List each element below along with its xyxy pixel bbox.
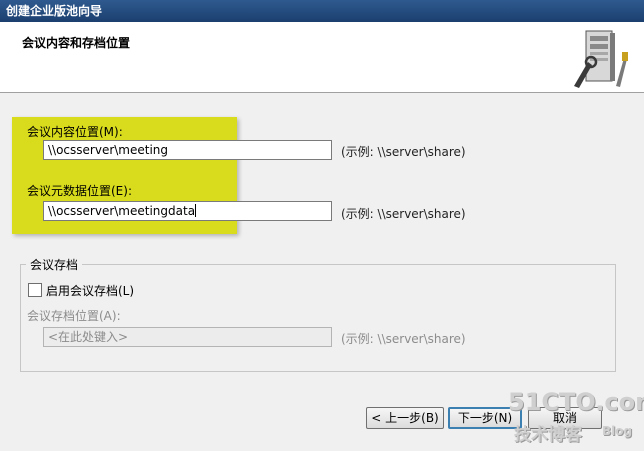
archive-group-title: 会议存档 xyxy=(26,256,83,273)
metadata-location-example: (示例: \\server\share) xyxy=(341,207,466,221)
watermark-site: 51CTO.com xyxy=(508,388,644,416)
enable-archive-label[interactable]: 启用会议存档(L) xyxy=(46,282,134,299)
archive-location-label: 会议存档位置(A): xyxy=(27,309,121,323)
page-title: 会议内容和存档位置 xyxy=(22,36,131,50)
watermark-blog: Blog xyxy=(602,424,633,438)
window-title: 创建企业版池向导 xyxy=(0,0,644,22)
content-location-input[interactable]: \\ocsserver\meeting xyxy=(43,140,332,160)
archive-location-input[interactable]: <在此处键入> xyxy=(43,327,332,347)
enable-archive-checkbox[interactable] xyxy=(28,283,42,297)
metadata-location-value: \\ocsserver\meetingdata xyxy=(48,204,196,218)
back-button[interactable]: < 上一步(B) xyxy=(366,407,444,429)
archive-location-example: (示例: \\server\share) xyxy=(341,332,466,346)
watermark-tagline: 技术博客 xyxy=(514,425,582,445)
content-location-example: (示例: \\server\share) xyxy=(341,145,466,159)
server-tools-icon xyxy=(574,30,628,88)
content-location-label: 会议内容位置(M): xyxy=(27,125,123,139)
metadata-location-input[interactable]: \\ocsserver\meetingdata xyxy=(43,201,332,221)
site-watermark: 51CTO.com 技术博客 Blog xyxy=(506,386,644,448)
metadata-location-label: 会议元数据位置(E): xyxy=(27,184,132,198)
text-cursor xyxy=(195,204,197,217)
wizard-header: 会议内容和存档位置 xyxy=(0,22,644,93)
